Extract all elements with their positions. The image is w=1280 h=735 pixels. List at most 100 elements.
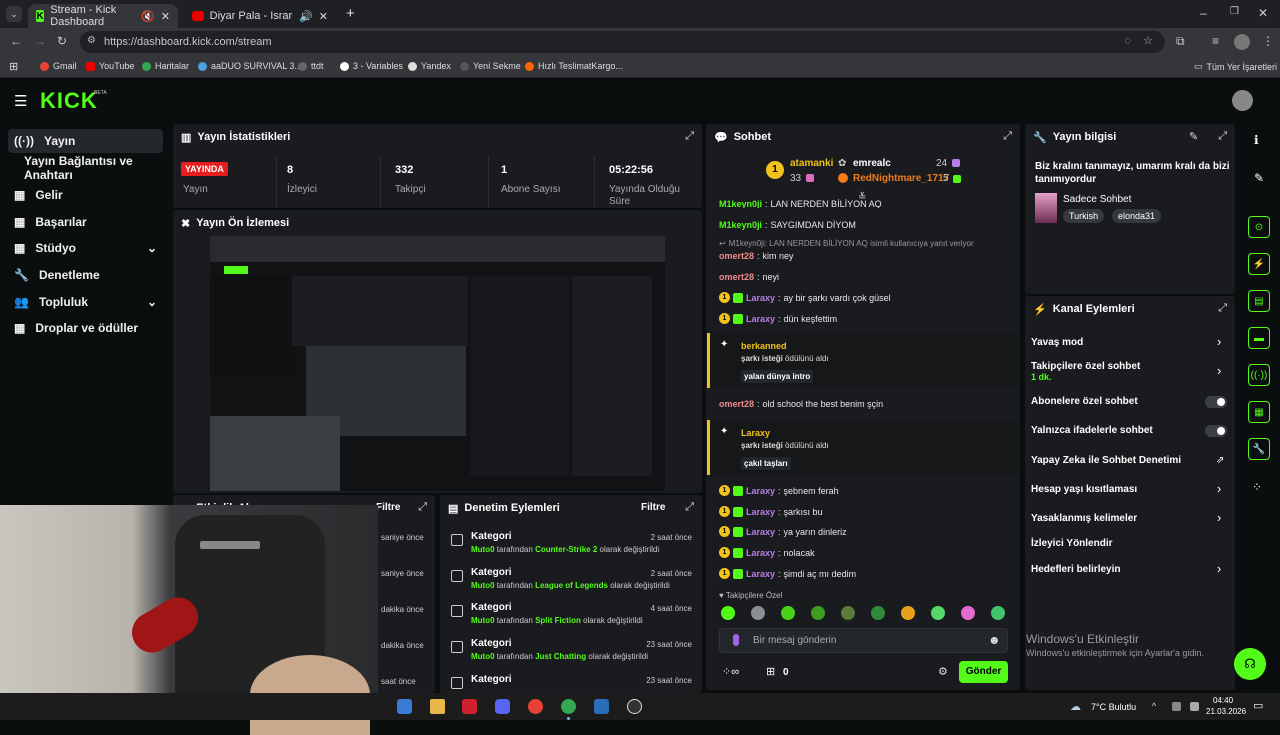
expand-icon[interactable]: ⤢ (1218, 302, 1227, 315)
emote-icon[interactable] (751, 606, 765, 620)
bookmark-yandex[interactable]: Yandex (408, 61, 451, 71)
action-raid[interactable]: İzleyici Yönlendir (1031, 538, 1113, 549)
emote-icon[interactable] (811, 606, 825, 620)
bookmark-star-icon[interactable]: ☆ (1143, 34, 1153, 47)
rail-broadcast-icon[interactable]: ((·)) (1248, 364, 1270, 386)
mod-user[interactable]: Muto0 (471, 581, 495, 590)
chat-username[interactable]: omert28 (719, 272, 754, 282)
sidebar-item-topluluk[interactable]: 👥 Topluluk ⌄ (8, 290, 163, 314)
close-tab-icon[interactable]: ✕ (319, 10, 328, 23)
weather-text[interactable]: 7°C Bulutlu (1091, 702, 1136, 712)
leader-name[interactable]: RedNightmare_1717 (853, 173, 949, 184)
chat-username[interactable]: Laraxy (746, 569, 775, 579)
chat-username[interactable]: M1keyn0ji (719, 220, 762, 230)
action-goals[interactable]: Hedefleri belirleyin (1031, 564, 1120, 575)
taskbar-chrome-icon[interactable] (528, 699, 543, 714)
bookmark-newtab[interactable]: Yeni Sekme (460, 61, 521, 71)
chat-input[interactable]: Bir mesaj gönderin ☻ (719, 628, 1008, 653)
menu-kebab-icon[interactable]: ⋮ (1262, 34, 1274, 48)
chat-settings-icon[interactable]: ⚙ (938, 665, 948, 678)
chat-username[interactable]: Laraxy (746, 293, 775, 303)
audio-icon[interactable]: 🔊 (299, 10, 313, 23)
expand-icon[interactable]: ⤢ (685, 130, 694, 143)
tray-chevron-icon[interactable]: ^ (1152, 701, 1156, 711)
emote-icon[interactable] (961, 606, 975, 620)
taskbar-app-icon[interactable] (594, 699, 609, 714)
chevron-right-icon[interactable]: › (1217, 334, 1221, 349)
action-ai-moderation[interactable]: Yapay Zeka ile Sohbet Denetimi (1031, 455, 1181, 466)
eye-off-icon[interactable]: ◌ (1124, 35, 1131, 47)
emoji-picker-icon[interactable]: ☻ (988, 633, 1001, 647)
bookmark-youtube[interactable]: YouTube (86, 61, 134, 71)
bookmark-kargo[interactable]: Hızlı TeslimatKargo... (525, 61, 623, 71)
rail-wrench-icon[interactable]: 🔧 (1248, 438, 1270, 460)
kick-logo[interactable]: KICK (40, 88, 98, 114)
close-tab-icon[interactable]: ✕ (161, 10, 170, 23)
sidebar-item-studyo[interactable]: ▦ Stüdyo ⌄ (8, 236, 163, 260)
sidebar-item-stream-key[interactable]: Yayın Bağlantısı ve Anahtarı (8, 154, 163, 182)
tag-chip[interactable]: Turkish (1063, 209, 1105, 223)
taskbar-app-icon[interactable] (462, 699, 477, 714)
action-follower-chat[interactable]: Takipçilere özel sohbet (1031, 361, 1140, 372)
mod-user[interactable]: Muto0 (471, 545, 495, 554)
notification-icon[interactable]: ▭ (1253, 699, 1263, 712)
stream-preview-video[interactable] (210, 236, 665, 491)
sidebar-item-denetleme[interactable]: 🔧 Denetleme (8, 263, 163, 287)
bookmark-ttdt[interactable]: ttdt (298, 61, 324, 71)
rail-list-icon[interactable]: ▤ (1248, 290, 1270, 312)
send-button[interactable]: Gönder (959, 661, 1008, 683)
emote-icon[interactable] (841, 606, 855, 620)
tab-kick-dashboard[interactable]: K Stream - Kick Dashboard 🔇 ✕ (28, 4, 178, 28)
chat-username[interactable]: omert28 (719, 399, 754, 409)
taskbar-app-icon[interactable] (397, 699, 412, 714)
chevron-right-icon[interactable]: › (1217, 510, 1221, 525)
chevron-right-icon[interactable]: › (1217, 561, 1221, 576)
tab-youtube[interactable]: Diyar Pala - IsrarCash Feat. 🔊 ✕ (184, 4, 336, 28)
restore-icon[interactable]: ❐ (1230, 6, 1239, 17)
taskbar-obs-icon[interactable] (627, 699, 642, 714)
channel-points-icon[interactable]: ⁘∞ (722, 665, 739, 678)
action-slow-mode[interactable]: Yavaş mod (1031, 337, 1083, 348)
filter-button[interactable]: Filtre (641, 502, 665, 513)
bookmark-duo[interactable]: aaDUO SURVIVAL 3... (198, 61, 302, 71)
emote-icon[interactable] (721, 606, 735, 620)
url-input[interactable]: ⚙ https://dashboard.kick.com/stream ◌ ☆ (80, 31, 1165, 53)
reload-icon[interactable]: ↻ (57, 34, 67, 48)
bookmark-variables[interactable]: 3 - Variables (340, 61, 403, 71)
user-avatar[interactable] (1232, 90, 1253, 111)
forward-icon[interactable]: → (34, 34, 46, 48)
emote-chat-toggle[interactable] (1205, 425, 1227, 437)
clock-time[interactable]: 04:40 (1213, 696, 1233, 705)
action-account-age[interactable]: Hesap yaşı kısıtlaması (1031, 484, 1137, 495)
expand-icon[interactable]: ⤢ (685, 501, 694, 514)
chat-username[interactable]: Laraxy (746, 548, 775, 558)
emote-icon[interactable] (871, 606, 885, 620)
sidebar-item-yayin[interactable]: ((·)) Yayın (8, 129, 163, 153)
emote-icon[interactable] (901, 606, 915, 620)
taskbar-chrome-active-icon[interactable] (561, 699, 576, 714)
rail-chat-icon[interactable]: ▬ (1248, 327, 1270, 349)
mod-user[interactable]: Muto0 (471, 652, 495, 661)
apps-grid-icon[interactable]: ⊞ (9, 60, 18, 73)
info-icon[interactable]: ℹ (1254, 133, 1259, 147)
bookmark-maps[interactable]: Haritalar (142, 61, 189, 71)
profile-avatar[interactable] (1234, 34, 1250, 50)
chat-username[interactable]: Laraxy (746, 507, 775, 517)
rail-activity-icon[interactable]: ▦ (1248, 401, 1270, 423)
site-info-icon[interactable]: ⚙ (87, 35, 96, 46)
chat-username[interactable]: Laraxy (746, 486, 775, 496)
taskbar-folder-icon[interactable] (430, 699, 445, 714)
category-thumbnail[interactable] (1035, 193, 1057, 223)
tab-search-icon[interactable]: ⌄ (6, 6, 22, 22)
leader-name[interactable]: emrealc (853, 158, 891, 169)
rail-lightning-icon[interactable]: ⚡ (1248, 253, 1270, 275)
sidebar-item-basarilar[interactable]: ▦ Başarılar (8, 210, 163, 234)
all-bookmarks[interactable]: ▭ Tüm Yer İşaretleri (1194, 61, 1277, 72)
mod-user[interactable]: Muto0 (471, 616, 495, 625)
clock-date[interactable]: 21.03.2026 (1206, 707, 1246, 716)
action-banned-words[interactable]: Yasaklanmış kelimeler (1031, 513, 1137, 524)
reward-user[interactable]: Laraxy (741, 428, 770, 438)
hamburger-menu-icon[interactable]: ☰ (14, 92, 27, 110)
category-name[interactable]: Sadece Sohbet (1063, 194, 1131, 205)
new-tab-button[interactable]: + (346, 5, 355, 22)
